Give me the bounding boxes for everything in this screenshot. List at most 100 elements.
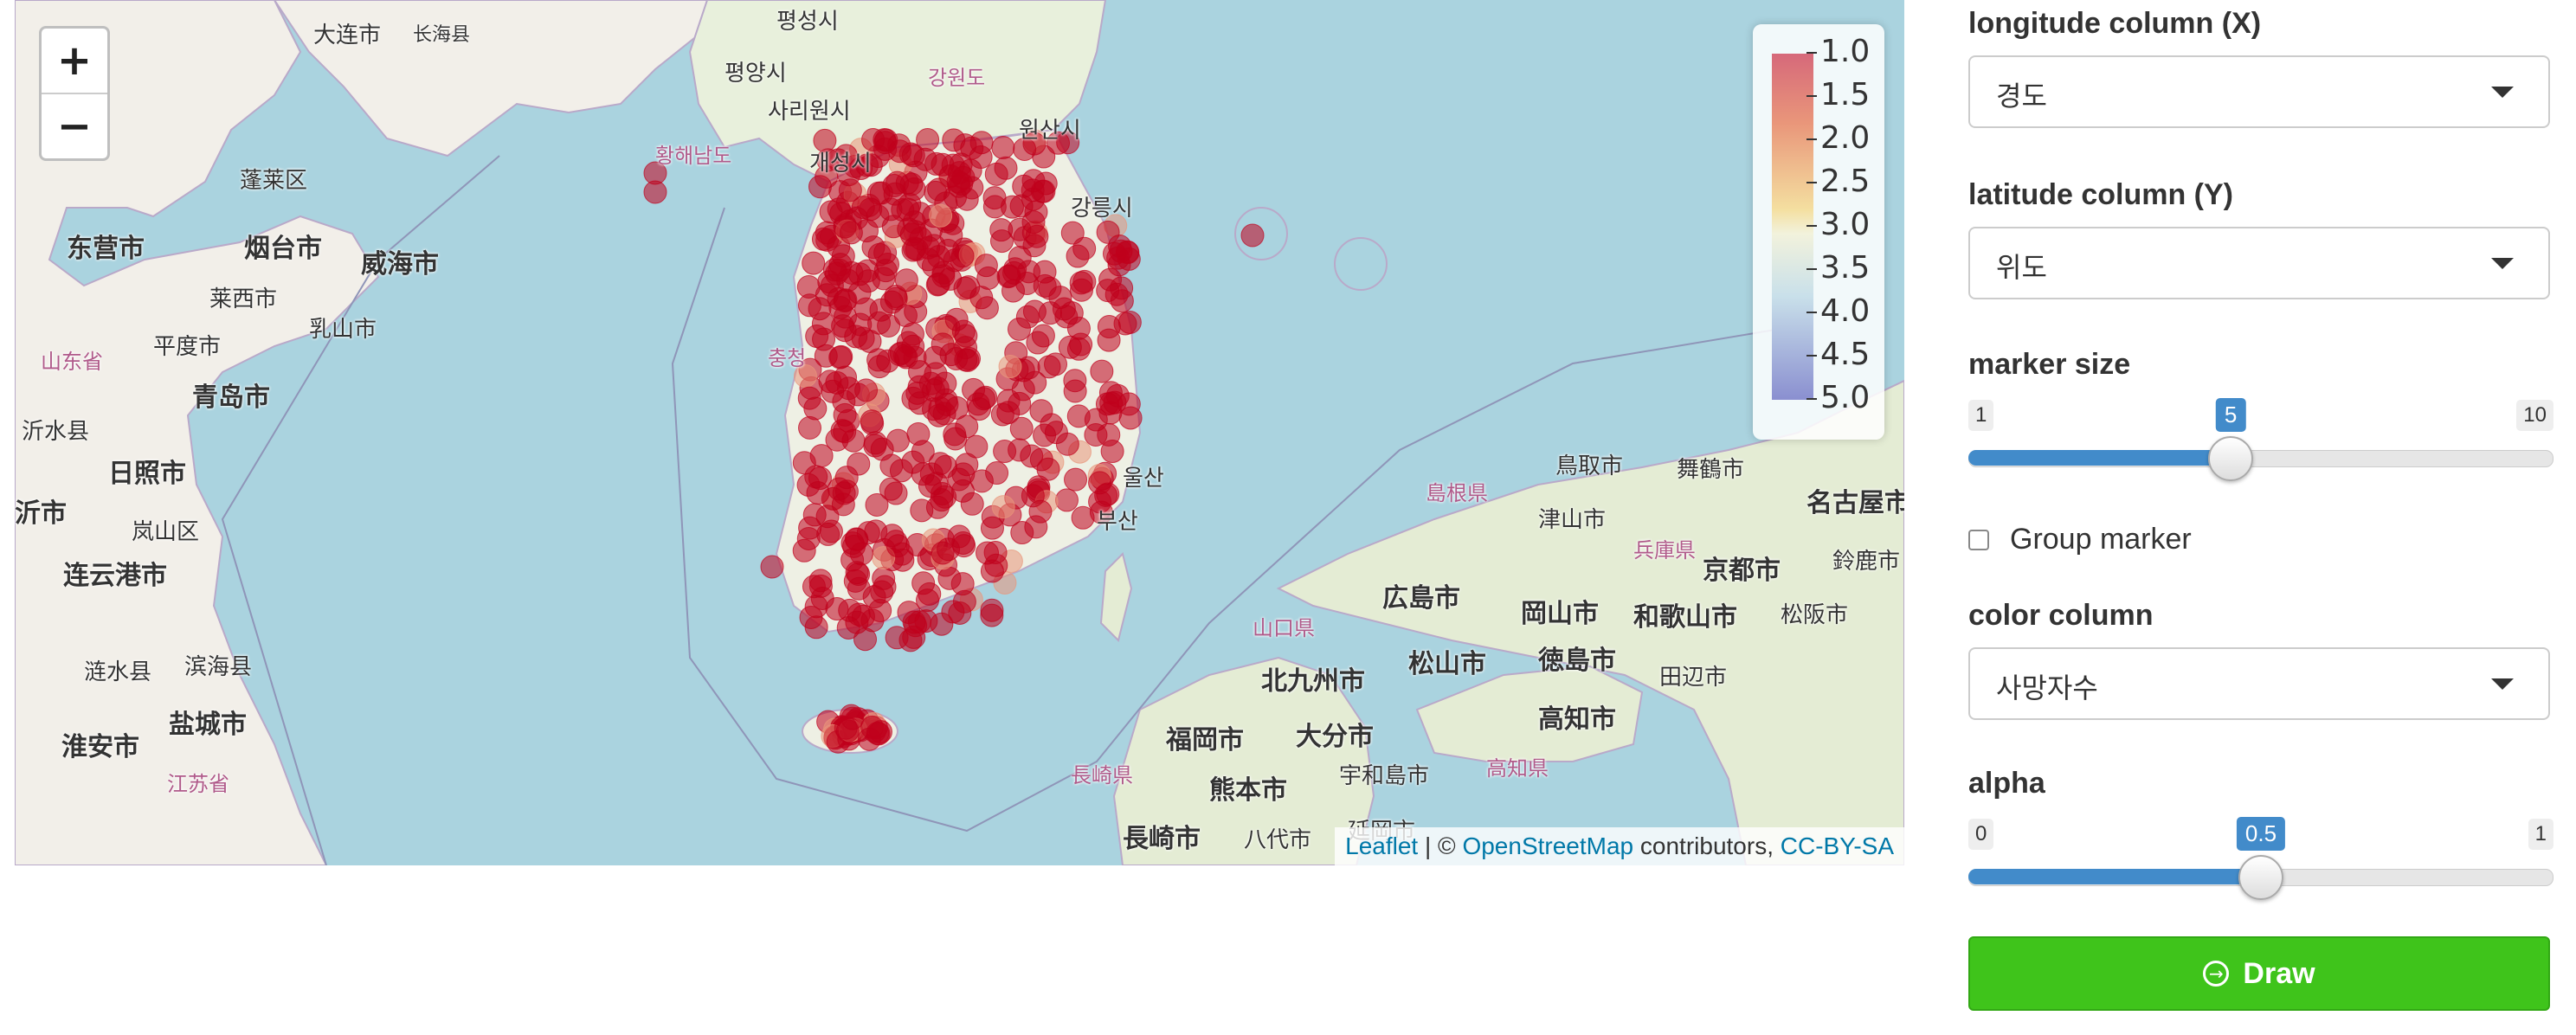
- accident-marker[interactable]: [903, 236, 927, 260]
- accident-marker[interactable]: [832, 481, 856, 505]
- accident-marker[interactable]: [860, 409, 884, 434]
- accident-marker[interactable]: [931, 264, 956, 288]
- accident-marker[interactable]: [863, 434, 887, 458]
- accident-marker[interactable]: [976, 266, 1001, 290]
- map-view[interactable]: 大连市 长海县 평성시 평양시 강원도 사리원시 황해남도 개성시 원산시 蓬莱…: [15, 0, 1904, 865]
- accident-marker[interactable]: [760, 555, 784, 579]
- accident-marker[interactable]: [1117, 310, 1142, 334]
- accident-marker[interactable]: [953, 276, 977, 300]
- accident-marker[interactable]: [798, 415, 822, 440]
- accident-marker[interactable]: [1040, 413, 1064, 437]
- accident-marker[interactable]: [896, 331, 920, 355]
- accident-marker[interactable]: [1054, 488, 1079, 512]
- accident-marker[interactable]: [885, 626, 909, 650]
- accident-marker[interactable]: [950, 244, 975, 268]
- accident-marker[interactable]: [810, 586, 834, 610]
- accident-marker[interactable]: [901, 386, 925, 410]
- accident-marker[interactable]: [797, 293, 821, 318]
- accident-marker[interactable]: [942, 128, 966, 152]
- accident-marker[interactable]: [843, 569, 867, 593]
- accident-marker[interactable]: [894, 268, 918, 292]
- accident-marker[interactable]: [879, 453, 904, 478]
- accident-marker[interactable]: [836, 376, 860, 401]
- accident-marker[interactable]: [910, 498, 934, 523]
- zoom-out-button[interactable]: −: [42, 94, 107, 158]
- accident-marker[interactable]: [1021, 484, 1045, 508]
- accident-marker[interactable]: [967, 397, 991, 421]
- accident-marker[interactable]: [928, 452, 952, 476]
- accident-marker[interactable]: [845, 610, 869, 634]
- accident-marker[interactable]: [1064, 467, 1088, 492]
- accident-marker[interactable]: [1108, 234, 1132, 258]
- group-marker-checkbox[interactable]: Group marker: [1968, 523, 2192, 556]
- accident-marker[interactable]: [991, 495, 1015, 519]
- accident-marker[interactable]: [933, 371, 957, 395]
- accident-marker[interactable]: [980, 598, 1004, 622]
- accident-marker[interactable]: [1096, 279, 1120, 303]
- accident-marker[interactable]: [991, 136, 1015, 160]
- license-link[interactable]: CC-BY-SA: [1781, 832, 1894, 859]
- accident-marker[interactable]: [792, 451, 816, 475]
- accident-marker[interactable]: [849, 542, 873, 566]
- accident-marker[interactable]: [1036, 457, 1060, 481]
- accident-marker[interactable]: [1024, 200, 1048, 224]
- accident-marker[interactable]: [1033, 273, 1057, 298]
- accident-marker[interactable]: [886, 170, 910, 195]
- accident-marker[interactable]: [886, 534, 910, 558]
- accident-marker[interactable]: [879, 290, 904, 314]
- accident-marker[interactable]: [829, 344, 853, 369]
- accident-marker[interactable]: [840, 706, 865, 730]
- longitude-select[interactable]: 경도: [1968, 55, 2550, 128]
- accident-marker[interactable]: [1000, 195, 1024, 219]
- accident-marker[interactable]: [873, 137, 898, 161]
- accident-marker[interactable]: [1055, 432, 1079, 456]
- accident-marker[interactable]: [1063, 379, 1087, 403]
- accident-marker[interactable]: [943, 185, 968, 209]
- marker-size-slider[interactable]: 1 10 5: [1968, 398, 2553, 493]
- accident-marker[interactable]: [792, 538, 816, 562]
- accident-marker[interactable]: [1069, 271, 1093, 295]
- accident-marker[interactable]: [848, 312, 873, 337]
- latitude-select[interactable]: 위도: [1968, 227, 2550, 299]
- accident-marker[interactable]: [886, 428, 910, 453]
- accident-marker[interactable]: [643, 180, 667, 204]
- accident-marker[interactable]: [1001, 279, 1026, 303]
- checkbox-box[interactable]: [1968, 529, 1989, 550]
- accident-marker[interactable]: [1030, 179, 1054, 203]
- accident-marker[interactable]: [802, 251, 826, 275]
- accident-marker[interactable]: [1038, 301, 1062, 325]
- accident-marker[interactable]: [1090, 359, 1114, 383]
- accident-marker[interactable]: [828, 295, 853, 319]
- accident-marker[interactable]: [954, 324, 978, 348]
- accident-marker[interactable]: [993, 440, 1017, 464]
- accident-marker[interactable]: [980, 559, 1004, 583]
- accident-marker[interactable]: [952, 589, 976, 614]
- accident-marker[interactable]: [1026, 331, 1050, 355]
- accident-marker[interactable]: [931, 541, 955, 565]
- accident-marker[interactable]: [994, 156, 1018, 180]
- accident-marker[interactable]: [872, 267, 896, 291]
- accident-marker[interactable]: [911, 571, 936, 595]
- alpha-slider[interactable]: 0 1 0.5: [1968, 817, 2553, 912]
- accident-marker[interactable]: [879, 477, 903, 501]
- accident-marker[interactable]: [969, 131, 994, 155]
- accident-marker[interactable]: [804, 615, 828, 640]
- accident-marker[interactable]: [950, 479, 975, 503]
- accident-marker[interactable]: [1097, 328, 1121, 352]
- accident-marker[interactable]: [860, 715, 885, 739]
- osm-link[interactable]: OpenStreetMap: [1462, 832, 1633, 859]
- accident-marker[interactable]: [923, 345, 947, 370]
- accident-marker[interactable]: [928, 396, 952, 421]
- accident-marker[interactable]: [929, 203, 953, 228]
- accident-marker[interactable]: [1069, 332, 1093, 357]
- accident-marker[interactable]: [1060, 221, 1085, 245]
- accident-marker[interactable]: [990, 402, 1014, 427]
- accident-marker[interactable]: [1015, 305, 1040, 329]
- slider-handle[interactable]: [2238, 855, 2283, 900]
- accident-marker[interactable]: [1037, 355, 1061, 379]
- accident-marker[interactable]: [870, 580, 894, 604]
- draw-button[interactable]: → Draw: [1968, 936, 2550, 1011]
- color-column-select[interactable]: 사망자수: [1968, 647, 2550, 720]
- accident-marker[interactable]: [796, 472, 821, 497]
- zoom-in-button[interactable]: +: [42, 29, 107, 94]
